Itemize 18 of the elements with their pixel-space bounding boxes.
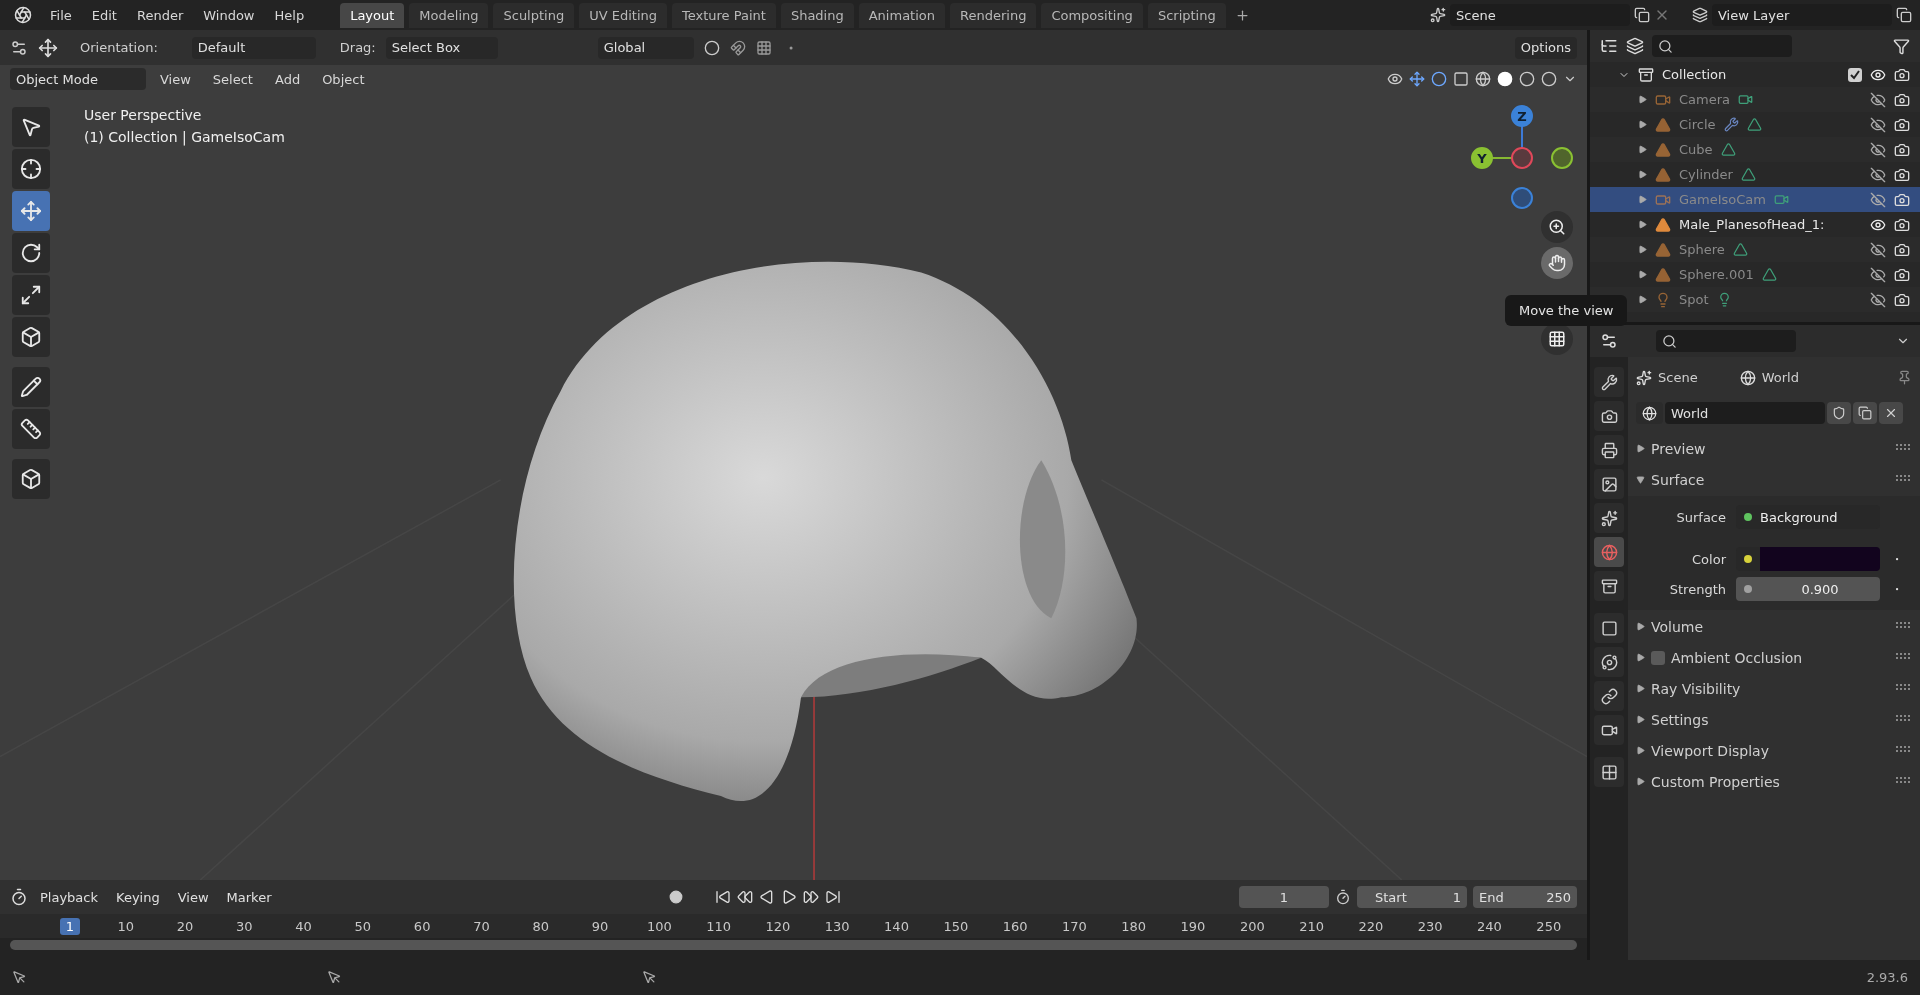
object-name: Spot <box>1679 292 1709 307</box>
field-label: Color <box>1691 551 1726 567</box>
object-name: Camera <box>1679 92 1731 107</box>
object-name: Cube <box>1679 142 1713 157</box>
version-text: 2.93.6 <box>1866 970 1908 985</box>
viewport-info-text: User Perspective <box>84 107 203 123</box>
viewport-info-text: (1) Collection | GameIsoCam <box>84 129 285 145</box>
field-label: Strength <box>1668 581 1726 597</box>
object-name: GameIsoCam <box>1679 192 1766 207</box>
drag-label: Drag: <box>339 40 376 55</box>
field-label: Surface <box>1675 509 1726 525</box>
object-name: Circle <box>1679 117 1716 132</box>
object-name: Sphere.001 <box>1679 267 1754 282</box>
object-name: Sphere <box>1679 242 1725 257</box>
tooltip: Move the view <box>1505 295 1628 326</box>
object-name: Male_PlanesofHead_1: <box>1679 217 1823 232</box>
orientation-label: Orientation: <box>80 40 158 55</box>
object-name: Cylinder <box>1679 167 1733 182</box>
